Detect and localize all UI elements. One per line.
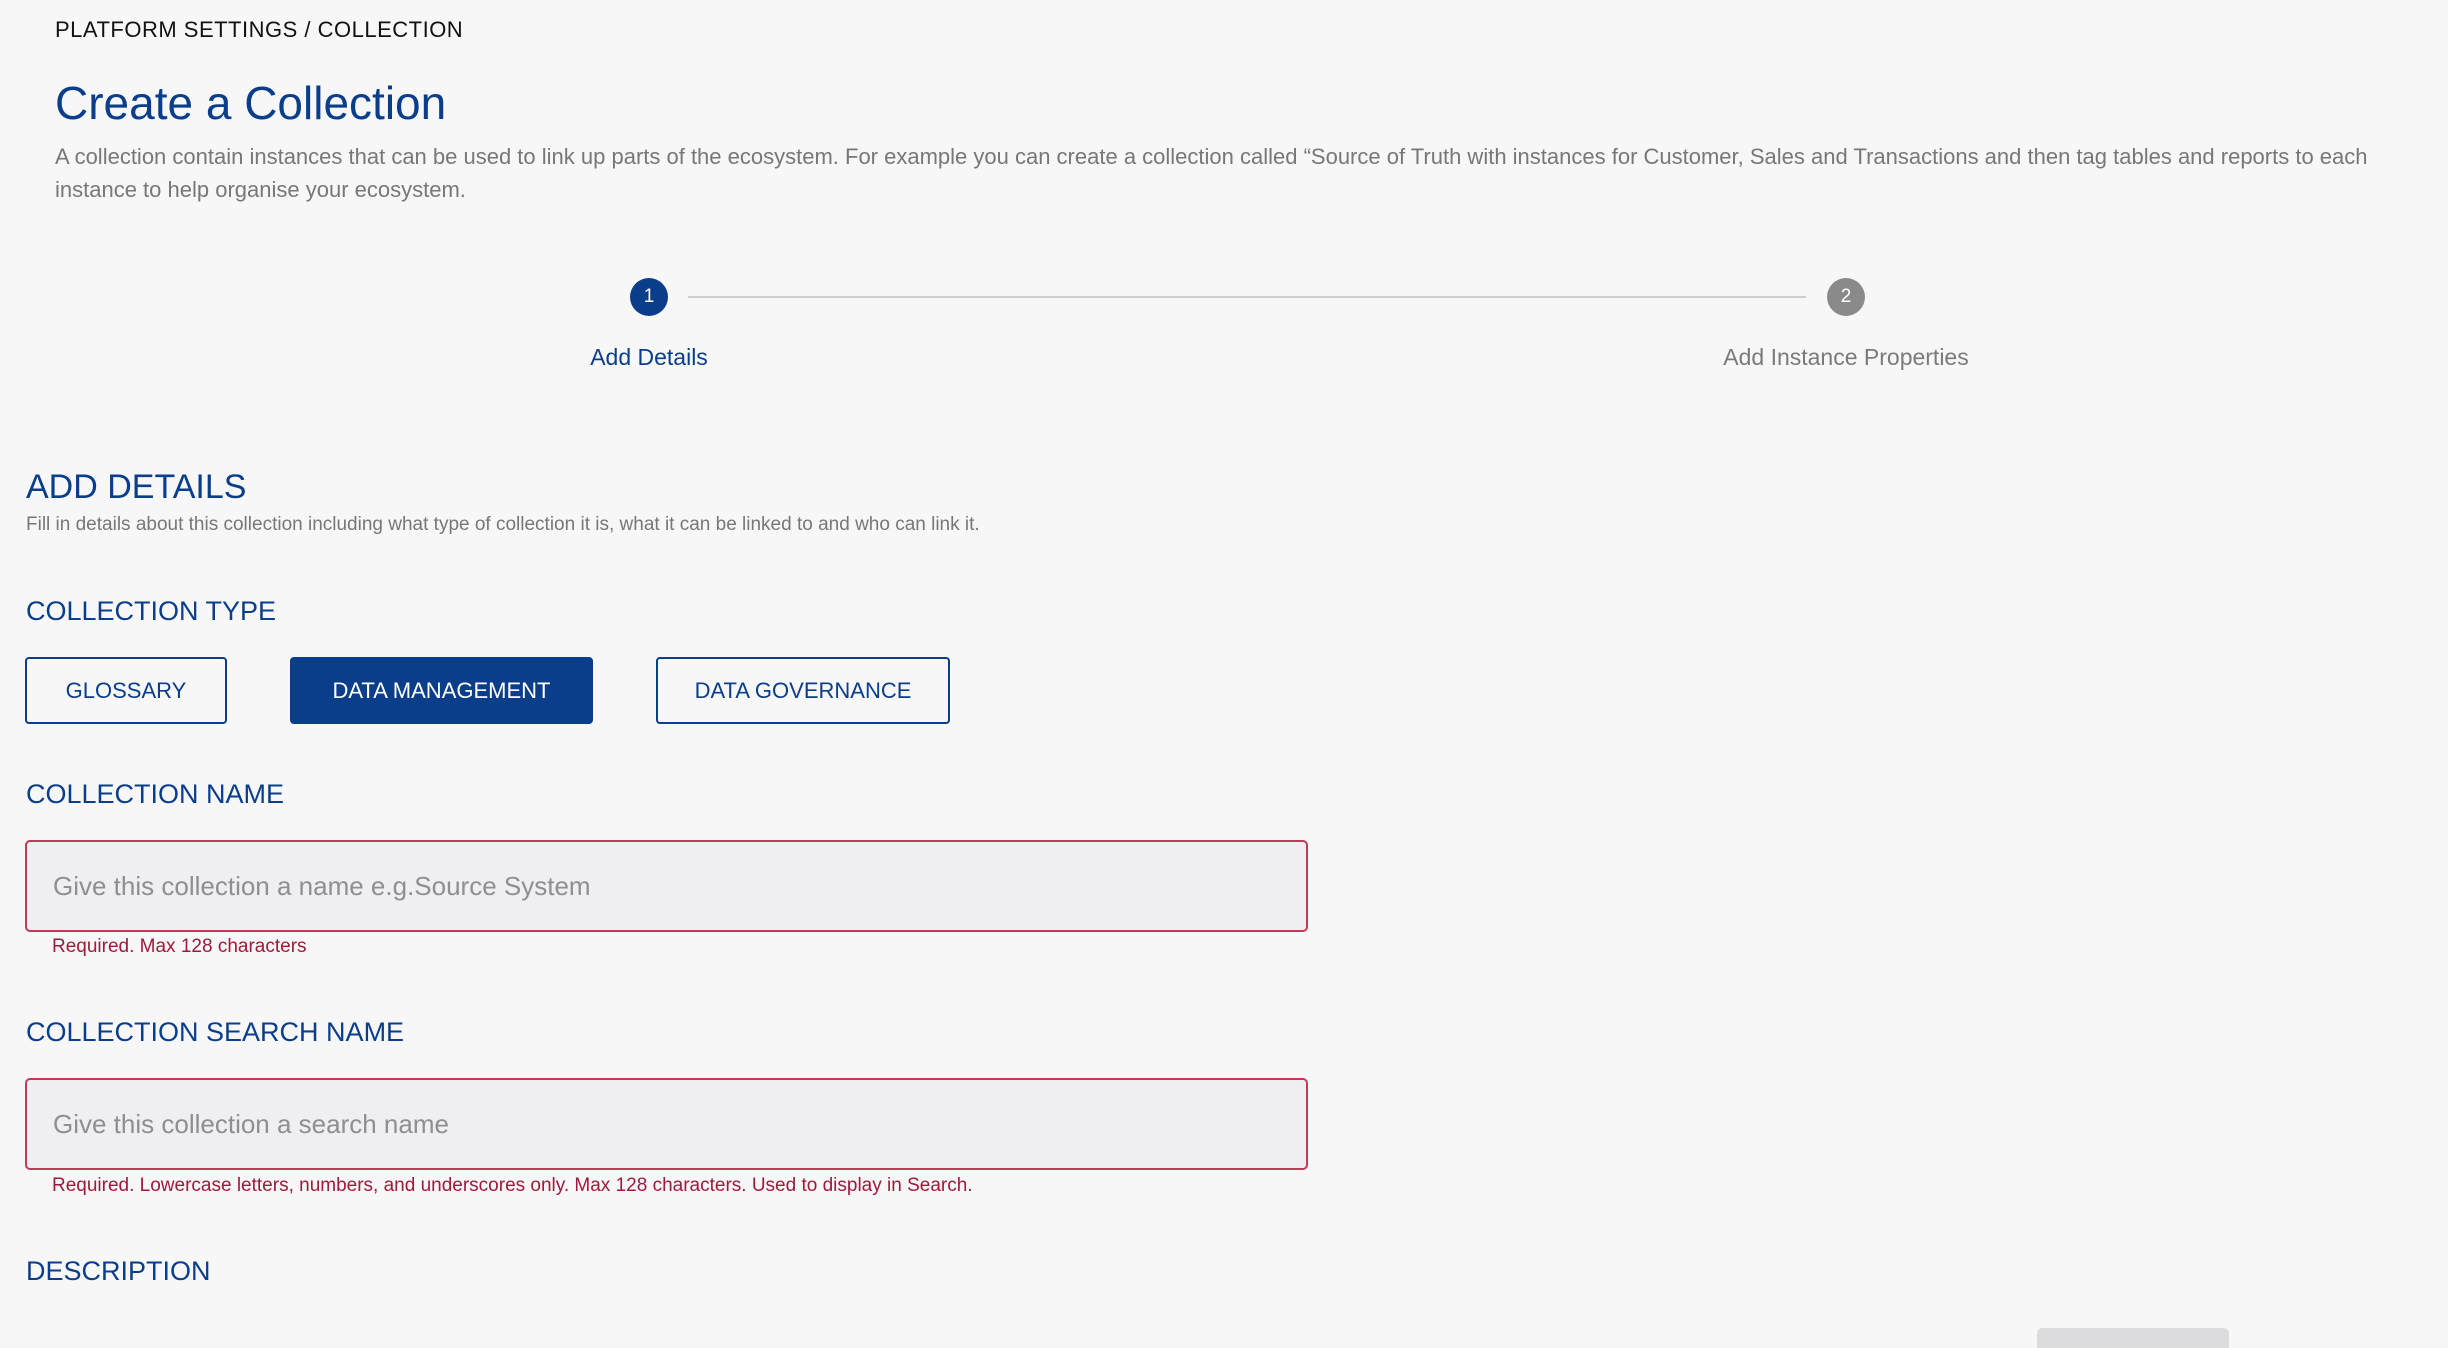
page-title: Create a Collection (55, 77, 447, 129)
section-description: Fill in details about this collection in… (26, 514, 980, 535)
description-label: DESCRIPTION (26, 1256, 211, 1286)
collection-search-name-error: Required. Lowercase letters, numbers, an… (52, 1175, 973, 1196)
step-2-indicator[interactable]: 2 (1827, 278, 1865, 316)
breadcrumb: PLATFORM SETTINGS / COLLECTION (55, 17, 464, 42)
collection-name-label: COLLECTION NAME (26, 779, 285, 809)
stepper-line (688, 296, 1806, 298)
partially-visible-button[interactable] (2037, 1328, 2229, 1348)
data-management-type-button[interactable]: DATA MANAGEMENT (290, 657, 593, 724)
collection-type-label: COLLECTION TYPE (26, 596, 277, 626)
collection-search-name-input[interactable] (25, 1078, 1308, 1170)
step-2-label[interactable]: Add Instance Properties (1646, 344, 2046, 371)
page-description: A collection contain instances that can … (55, 144, 2368, 202)
collection-search-name-label: COLLECTION SEARCH NAME (26, 1017, 405, 1047)
section-heading: ADD DETAILS (26, 468, 247, 506)
data-governance-type-button[interactable]: DATA GOVERNANCE (656, 657, 950, 724)
collection-name-error: Required. Max 128 characters (52, 936, 307, 957)
collection-name-input[interactable] (25, 840, 1308, 932)
step-1-label[interactable]: Add Details (449, 344, 849, 371)
step-1-indicator[interactable]: 1 (630, 278, 668, 316)
glossary-type-button[interactable]: GLOSSARY (25, 657, 227, 724)
